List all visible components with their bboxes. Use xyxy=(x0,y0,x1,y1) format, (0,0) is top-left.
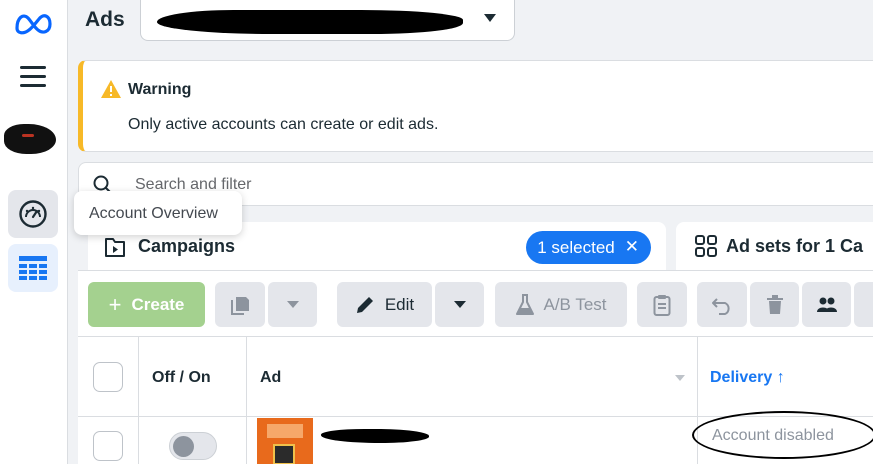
tab-campaigns-label: Campaigns xyxy=(138,236,236,256)
edit-dropdown[interactable] xyxy=(435,282,484,327)
close-icon[interactable]: ✕ xyxy=(625,238,639,264)
plus-icon: + xyxy=(108,291,122,317)
create-button[interactable]: + Create xyxy=(88,282,205,327)
chevron-down-icon xyxy=(286,301,299,308)
grid-table-icon xyxy=(19,256,47,280)
account-avatar[interactable] xyxy=(4,124,56,154)
ad-account-selector[interactable] xyxy=(140,0,515,41)
row-toggle-cell xyxy=(139,417,247,464)
account-overview-tooltip: Account Overview xyxy=(74,191,242,235)
selected-count-chip[interactable]: 1 selected ✕ xyxy=(526,231,651,264)
page-title: Ads xyxy=(85,8,125,31)
column-onoff-label: Off / On xyxy=(152,369,211,386)
duplicate-icon xyxy=(231,296,249,315)
hamburger-icon[interactable] xyxy=(20,66,46,90)
row-checkbox-cell xyxy=(78,417,139,464)
ab-test-button[interactable]: A/B Test xyxy=(495,282,627,327)
chevron-down-icon xyxy=(484,14,496,22)
account-overview-button[interactable] xyxy=(8,190,58,238)
tab-adsets[interactable]: Ad sets for 1 Ca xyxy=(676,222,873,272)
delivery-status: Account disabled xyxy=(712,427,834,444)
column-header-onoff[interactable]: Off / On xyxy=(139,337,247,417)
pencil-icon xyxy=(356,296,373,313)
ad-thumbnail[interactable] xyxy=(257,418,313,464)
duplicate-button[interactable] xyxy=(215,282,265,327)
column-header-delivery[interactable]: Delivery ↑ xyxy=(698,337,873,417)
account-name-redacted xyxy=(157,10,463,34)
ab-test-label: A/B Test xyxy=(543,294,607,314)
row-checkbox[interactable] xyxy=(93,431,123,461)
selected-count-label: 1 selected xyxy=(537,238,615,257)
gauge-icon xyxy=(19,200,47,228)
adsets-grid-icon xyxy=(695,235,717,257)
undo-icon xyxy=(712,297,730,315)
left-rail xyxy=(0,0,68,464)
toggle-knob xyxy=(173,436,194,457)
audience-icon xyxy=(816,297,837,312)
warning-icon xyxy=(101,80,121,98)
row-ad-cell xyxy=(247,417,698,464)
ads-table: Off / On Ad Delivery ↑ Account disabled xyxy=(78,336,873,464)
create-label: Create xyxy=(131,294,185,314)
flask-icon xyxy=(515,293,534,315)
chevron-down-icon xyxy=(675,375,685,381)
undo-button[interactable] xyxy=(697,282,747,327)
audience-button[interactable] xyxy=(802,282,851,327)
select-all-checkbox[interactable] xyxy=(93,362,123,392)
warning-message: Only active accounts can create or edit … xyxy=(128,116,439,133)
column-header-ad[interactable]: Ad xyxy=(247,337,698,417)
tab-adsets-label: Ad sets for 1 Ca xyxy=(726,236,864,256)
campaign-folder-icon xyxy=(105,238,125,257)
chevron-down-icon xyxy=(453,301,466,308)
rules-button[interactable] xyxy=(637,282,687,327)
toolbar: + Create Edit A/B Test xyxy=(78,270,873,336)
trash-icon xyxy=(766,294,783,314)
duplicate-dropdown[interactable] xyxy=(268,282,317,327)
edit-button[interactable]: Edit xyxy=(337,282,432,327)
ad-name-redacted[interactable] xyxy=(321,429,429,443)
clipboard-icon xyxy=(653,294,671,316)
meta-logo-icon[interactable] xyxy=(14,10,54,36)
row-delivery-cell: Account disabled xyxy=(692,411,873,464)
ad-toggle[interactable] xyxy=(169,432,217,460)
warning-banner: Warning Only active accounts can create … xyxy=(78,60,873,152)
ads-manager-button[interactable] xyxy=(8,244,58,292)
delete-button[interactable] xyxy=(750,282,799,327)
header-checkbox-cell xyxy=(78,337,139,417)
edit-label: Edit xyxy=(384,294,415,314)
warning-title: Warning xyxy=(128,81,192,98)
more-button[interactable] xyxy=(854,282,873,327)
column-delivery-label: Delivery ↑ xyxy=(710,369,785,386)
column-ad-label: Ad xyxy=(260,369,282,386)
